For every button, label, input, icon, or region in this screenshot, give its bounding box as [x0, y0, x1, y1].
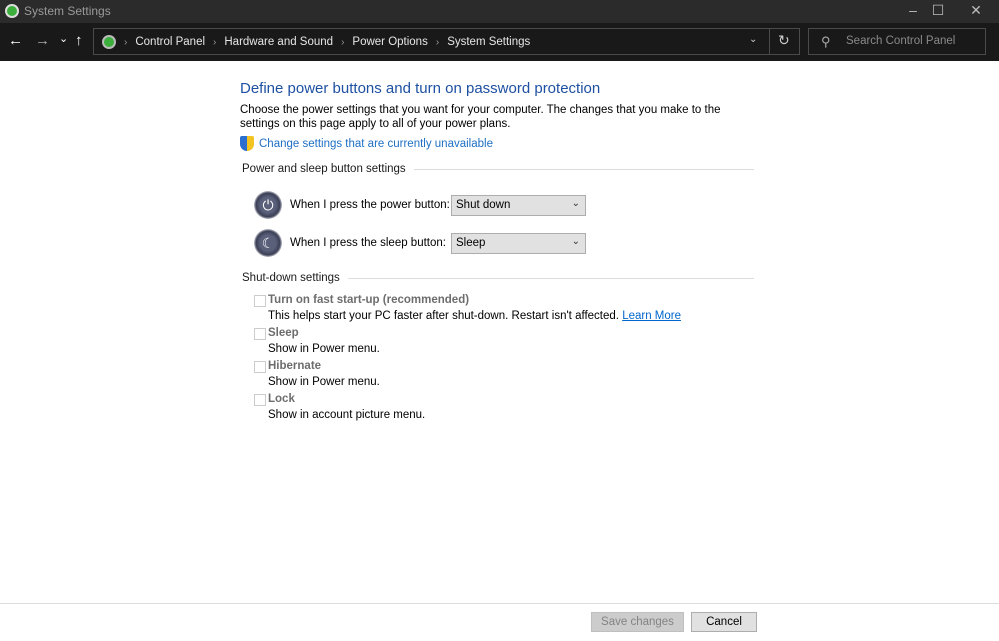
refresh-icon[interactable]: ↻	[778, 32, 790, 49]
search-placeholder: Search Control Panel	[846, 35, 956, 47]
breadcrumb-hardware-and-sound[interactable]: Hardware and Sound	[224, 36, 333, 48]
recent-locations-button[interactable]: ⌄	[59, 31, 68, 47]
divider	[769, 29, 770, 54]
sleep-label: Sleep	[268, 327, 299, 339]
back-button[interactable]: ←	[8, 33, 23, 49]
fast-startup-checkbox[interactable]	[254, 295, 266, 307]
learn-more-link[interactable]: Learn More	[622, 310, 681, 322]
power-button-label: When I press the power button:	[290, 199, 450, 211]
save-changes-button[interactable]: Save changes	[591, 612, 684, 632]
lock-label: Lock	[268, 393, 295, 405]
divider	[413, 168, 754, 170]
up-button[interactable]: ↑	[75, 33, 83, 49]
sleep-checkbox[interactable]	[254, 328, 266, 340]
shutdown-group-header: Shut-down settings	[242, 272, 754, 284]
chevron-right-icon: ›	[213, 36, 217, 48]
close-button[interactable]: ✕	[953, 0, 999, 23]
power-button-value: Shut down	[456, 199, 511, 211]
breadcrumb-power-options[interactable]: Power Options	[352, 36, 427, 48]
address-bar[interactable]: › Control Panel › Hardware and Sound › P…	[93, 28, 800, 55]
group-label: Shut-down settings	[242, 272, 340, 284]
change-settings-link[interactable]: Change settings that are currently unava…	[240, 136, 493, 151]
power-button-icon: ⏻	[254, 191, 282, 219]
sleep-description: Show in Power menu.	[268, 343, 380, 355]
fast-startup-label: Turn on fast start-up (recommended)	[268, 294, 470, 306]
title-bar: System Settings – ☐ ✕	[0, 0, 999, 23]
power-button-select[interactable]: Shut down ⌄	[451, 195, 586, 216]
chevron-right-icon: ›	[124, 36, 128, 48]
fast-startup-desc-text: This helps start your PC faster after sh…	[268, 310, 619, 322]
chevron-right-icon: ›	[435, 36, 440, 48]
group-label: Power and sleep button settings	[242, 163, 406, 175]
lock-checkbox[interactable]	[254, 394, 266, 406]
hibernate-description: Show in Power menu.	[268, 376, 380, 388]
forward-button[interactable]: →	[35, 33, 50, 49]
uac-shield-icon	[240, 136, 254, 151]
sleep-button-icon: ☾	[254, 229, 282, 257]
cancel-button[interactable]: Cancel	[691, 612, 757, 632]
window-title: System Settings	[24, 4, 111, 18]
address-dropdown-icon[interactable]: ⌄	[749, 34, 757, 45]
footer-divider	[0, 603, 999, 604]
lock-description: Show in account picture menu.	[268, 409, 426, 421]
power-options-icon	[5, 4, 19, 18]
hibernate-checkbox[interactable]	[254, 361, 266, 373]
navigation-bar: ← → ⌄ ↑ › Control Panel › Hardware and S…	[0, 23, 999, 61]
sleep-button-value: Sleep	[456, 237, 486, 249]
search-icon: ⚲	[821, 34, 831, 49]
hibernate-label: Hibernate	[268, 360, 322, 372]
breadcrumb-control-panel[interactable]: Control Panel	[135, 36, 205, 48]
sleep-button-select[interactable]: Sleep ⌄	[451, 233, 586, 254]
chevron-down-icon: ⌄	[571, 198, 580, 209]
control-panel-icon	[102, 35, 116, 49]
sleep-button-label: When I press the sleep button:	[290, 237, 446, 249]
chevron-down-icon: ⌄	[571, 236, 580, 247]
change-settings-label[interactable]: Change settings that are currently unava…	[259, 138, 493, 150]
power-sleep-group-header: Power and sleep button settings	[242, 163, 754, 175]
divider	[347, 277, 754, 279]
page-description: Choose the power settings that you want …	[240, 104, 721, 130]
breadcrumb-system-settings[interactable]: System Settings	[447, 36, 530, 48]
search-input[interactable]: ⚲ Search Control Panel	[808, 28, 986, 55]
page-title: Define power buttons and turn on passwor…	[240, 80, 601, 97]
chevron-right-icon: ›	[341, 36, 345, 48]
fast-startup-description: This helps start your PC faster after sh…	[268, 310, 681, 322]
